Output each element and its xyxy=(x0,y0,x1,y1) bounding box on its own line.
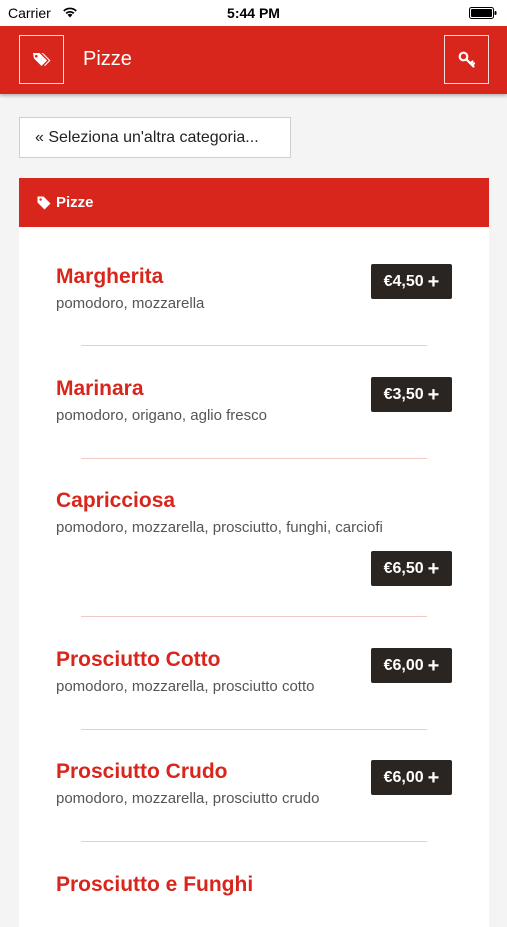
item-description: pomodoro, mozzarella, prosciutto crudo xyxy=(56,790,320,807)
login-button[interactable] xyxy=(444,35,489,84)
item-name: Prosciutto e Funghi xyxy=(56,873,254,896)
item-name: Prosciutto Crudo xyxy=(56,760,228,783)
divider xyxy=(81,616,427,617)
menu-list: Margherita pomodoro, mozzarella €4,50 + M… xyxy=(19,227,489,927)
categories-button[interactable] xyxy=(19,35,64,84)
item-description: pomodoro, mozzarella, prosciutto cotto xyxy=(56,678,315,695)
add-to-cart-button[interactable]: €6,00 + xyxy=(371,760,452,795)
add-to-cart-button[interactable]: €6,00 + xyxy=(371,648,452,683)
item-price: €6,00 xyxy=(383,656,424,674)
category-title: Pizze xyxy=(56,194,94,211)
add-to-cart-button[interactable]: €6,50 + xyxy=(371,551,452,586)
status-bar: Carrier 5:44 PM xyxy=(0,0,507,26)
divider xyxy=(81,345,427,346)
item-name: Marinara xyxy=(56,377,144,400)
tag-icon xyxy=(37,196,51,209)
divider xyxy=(81,841,427,842)
item-name: Prosciutto Cotto xyxy=(56,648,221,671)
battery-icon xyxy=(469,7,497,19)
item-description: pomodoro, origano, aglio fresco xyxy=(56,407,267,424)
tags-icon xyxy=(32,52,50,66)
category-header: Pizze xyxy=(19,178,489,227)
app-header: Pizze xyxy=(0,26,507,94)
add-to-cart-button[interactable]: €3,50 + xyxy=(371,377,452,412)
plus-icon: + xyxy=(427,557,440,580)
divider xyxy=(81,458,427,459)
divider xyxy=(81,729,427,730)
item-price: €6,50 xyxy=(383,559,424,577)
select-other-category-button[interactable]: « Seleziona un'altra categoria... xyxy=(19,117,291,158)
item-description: pomodoro, mozzarella xyxy=(56,295,205,312)
add-to-cart-button[interactable]: €4,50 + xyxy=(371,264,452,299)
plus-icon: + xyxy=(427,383,440,406)
item-price: €6,00 xyxy=(383,768,424,786)
item-price: €4,50 xyxy=(383,272,424,290)
clock-time: 5:44 PM xyxy=(227,5,280,21)
plus-icon: + xyxy=(427,270,440,293)
plus-icon: + xyxy=(427,654,440,677)
item-name: Margherita xyxy=(56,265,164,288)
item-description: pomodoro, mozzarella, prosciutto, funghi… xyxy=(56,519,383,536)
item-name: Capricciosa xyxy=(56,489,176,512)
key-icon xyxy=(458,51,475,68)
item-price: €3,50 xyxy=(383,385,424,403)
select-other-category-label: « Seleziona un'altra categoria... xyxy=(35,128,259,146)
plus-icon: + xyxy=(427,766,440,789)
page-title: Pizze xyxy=(83,48,132,70)
